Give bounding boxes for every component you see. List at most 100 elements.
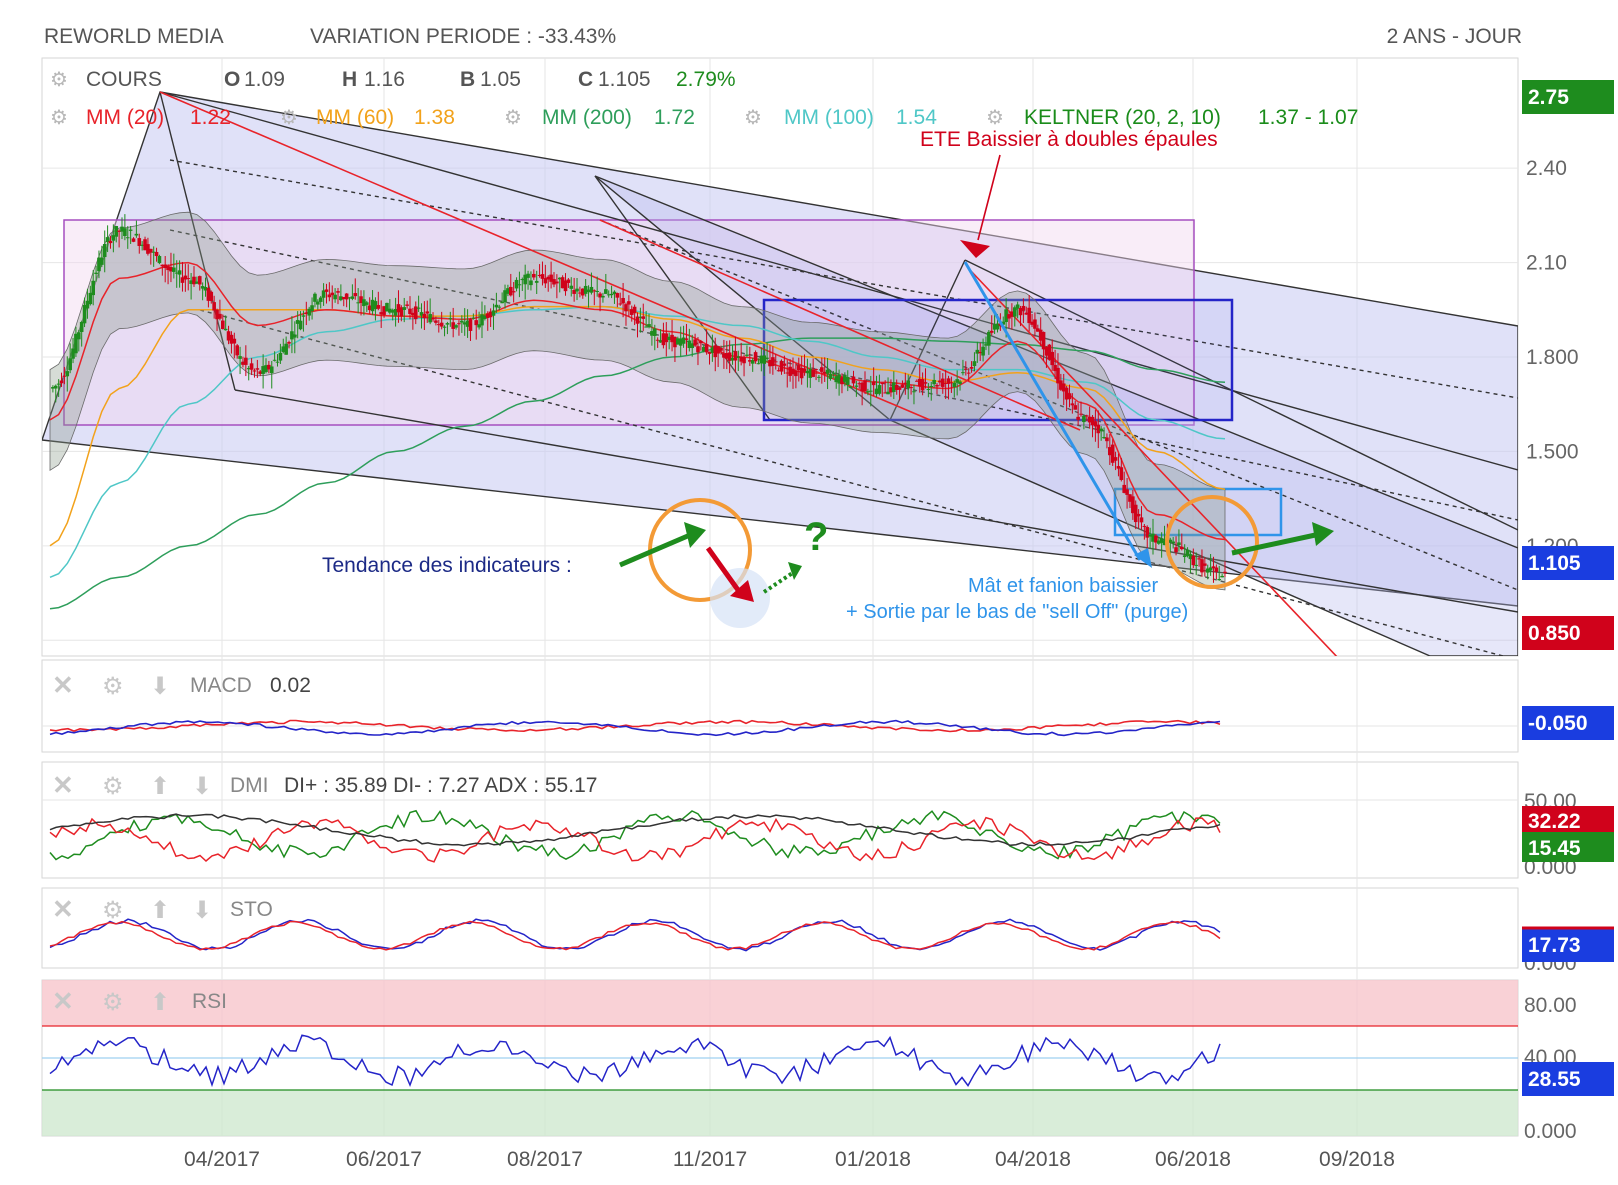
candle-body [981,346,985,356]
candle-body [632,306,637,314]
candle-body [445,323,450,325]
rsi-overbought-zone [42,980,1518,1026]
candle-body [439,322,444,327]
candle-body [811,369,815,377]
candle-body [1194,564,1199,566]
candle-body [324,289,329,292]
rsi-move-up-icon[interactable]: ⬆ [150,989,170,1016]
candle-body [779,361,784,372]
candle-body [1073,405,1078,410]
settings-gear-icon[interactable]: ⚙ [50,69,68,91]
candle-body [1105,437,1109,442]
candle-body [868,390,873,392]
candle-body [820,367,824,372]
candle-body [932,379,936,385]
candle-body [696,346,700,353]
candle-body [1084,415,1089,417]
mm200-value: 1.72 [654,106,695,129]
mm20-gear-icon[interactable]: ⚙ [50,107,68,129]
candle-body [831,372,836,374]
candle-body [782,363,787,366]
x-tick-label: 06/2017 [346,1148,422,1171]
candle-body [935,384,939,387]
candle-body [1136,513,1141,517]
dmi-settings-icon[interactable]: ⚙ [102,773,124,800]
mm200-gear-icon[interactable]: ⚙ [504,107,522,129]
candle-body [422,313,427,319]
dmi-move-up-icon[interactable]: ⬆ [150,773,170,800]
dmi-close-icon[interactable]: ✕ [52,770,74,800]
sto-close-icon[interactable]: ✕ [52,894,74,924]
candle-body [814,369,818,371]
rsi-tick-80: 80.00 [1524,994,1577,1017]
candle-body [425,311,430,314]
candle-body [817,376,821,378]
candle-body [65,371,70,377]
candle-body [1174,547,1178,553]
candle-body [719,347,723,351]
candle-body [100,257,104,265]
candle-body [128,229,133,231]
x-axis: 04/2017 06/2017 08/2017 11/2017 01/2018 04/20… [184,1148,1395,1171]
candle-body [926,388,931,390]
rsi-close-icon[interactable]: ✕ [52,986,74,1016]
candle-body [517,284,522,286]
candle-body [1119,467,1124,480]
cours-label: COURS [86,68,162,91]
candle-body [920,379,925,391]
candle-body [1171,541,1175,544]
mm100-gear-icon[interactable]: ⚙ [744,107,762,129]
mast-annotation-2: + Sortie par le bas de "sell Off" (purge… [846,601,1188,623]
candle-body [1180,546,1184,550]
candle-body [684,338,689,340]
sto-move-down-icon[interactable]: ⬇ [192,897,212,924]
candle-body [742,357,746,364]
macd-move-down-icon[interactable]: ⬇ [150,673,170,700]
candle-body [1033,319,1037,329]
mm60-value: 1.38 [414,106,455,129]
candle-body [1079,413,1083,415]
macd-close-icon[interactable]: ✕ [52,670,74,700]
mm20-label: MM (20) [86,106,164,129]
candle-body [532,273,536,278]
candle-body [94,272,98,274]
candle-body [877,385,882,394]
candle-body [310,305,314,312]
rsi-settings-icon[interactable]: ⚙ [102,989,124,1016]
candle-body [756,363,761,365]
candle-body [457,323,461,325]
mm60-gear-icon[interactable]: ⚙ [280,107,298,129]
close-key: C [578,68,593,91]
candle-body [621,297,625,304]
candle-body [298,320,303,330]
macd-settings-icon[interactable]: ⚙ [102,673,124,700]
candle-body [569,285,574,289]
candle-body [416,307,421,309]
candle-body [431,318,435,320]
indicator-trend-annotation: Tendance des indicateurs : [322,554,572,577]
candle-body [1217,578,1222,581]
candle-body [1214,567,1219,572]
candle-body [1099,428,1103,432]
candle-body [220,320,225,330]
price-tick-label: 2.40 [1526,157,1567,180]
chart-svg: REWORLD MEDIA VARIATION PERIODE : -33.43… [41,25,1614,1171]
dmi-move-down-icon[interactable]: ⬇ [192,773,212,800]
candle-body [555,281,559,284]
candle-body [212,302,216,311]
keltner-gear-icon[interactable]: ⚙ [986,107,1004,129]
candle-body [966,372,971,374]
candle-body [1067,393,1072,400]
candle-body [912,391,916,393]
candle-body [157,256,162,264]
candle-body [1027,307,1031,324]
candle-body [134,233,139,236]
sto-settings-icon[interactable]: ⚙ [102,897,124,924]
sto-label: STO [230,898,273,921]
candle-body [186,278,191,280]
instrument-name: REWORLD MEDIA [44,25,224,48]
period-range[interactable]: 2 ANS - JOUR [1387,25,1522,48]
sto-move-up-icon[interactable]: ⬆ [150,897,170,924]
candle-body [172,267,176,272]
candle-body [1223,571,1227,574]
